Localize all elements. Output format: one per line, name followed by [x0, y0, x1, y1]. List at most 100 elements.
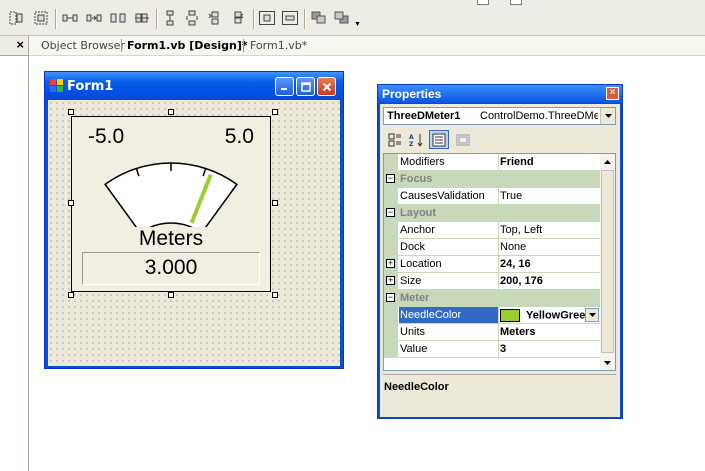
toolbar-separator	[55, 9, 57, 29]
tab-form1-code[interactable]: Form1.vb*	[250, 39, 307, 52]
resize-handle-top-left[interactable]	[68, 109, 74, 115]
property-row[interactable]: Dock None	[384, 239, 600, 256]
property-name: Anchor	[400, 224, 435, 236]
resize-handle-right[interactable]	[272, 200, 278, 206]
property-category-row[interactable]: − Layout	[384, 205, 600, 222]
property-name: Size	[400, 275, 422, 287]
resize-handle-top-right[interactable]	[272, 109, 278, 115]
resize-handle-left[interactable]	[68, 200, 74, 206]
toolbar-options-chevron-down-icon[interactable]: ▼	[354, 21, 361, 28]
center-horizontally-icon[interactable]	[259, 11, 275, 25]
scroll-up-icon[interactable]	[600, 154, 615, 169]
resize-handle-bottom[interactable]	[168, 292, 174, 298]
grid-divider	[498, 256, 499, 273]
three-d-meter-control[interactable]: -5.0 5.0 Meters 3.000	[71, 116, 271, 292]
properties-body: ThreeDMeter1 ControlDemo.ThreeDMeter AZ …	[380, 104, 620, 417]
property-value[interactable]: Meters	[500, 326, 600, 338]
size-to-grid-icon[interactable]	[33, 11, 49, 25]
resize-handle-bottom-left[interactable]	[68, 292, 74, 298]
meter-units-label: Meters	[138, 227, 204, 250]
maximize-icon	[300, 81, 311, 92]
close-button[interactable]	[317, 77, 336, 96]
property-value[interactable]: True	[500, 190, 600, 202]
form-app-icon	[50, 79, 63, 92]
meter-max-label: 5.0	[224, 125, 254, 148]
increase-vertical-spacing-icon[interactable]	[184, 10, 200, 26]
property-grid[interactable]: Modifiers Friend − Focus CausesValidation Tru…	[383, 153, 616, 371]
property-category-row[interactable]: − Meter	[384, 290, 600, 307]
increase-horizontal-spacing-icon[interactable]	[86, 11, 102, 25]
svg-text:Z: Z	[409, 141, 414, 147]
tab-object-browser[interactable]: Object Browser	[41, 39, 125, 52]
property-row[interactable]: NeedleColor YellowGreen	[384, 307, 600, 324]
send-to-back-icon[interactable]	[334, 11, 350, 25]
expand-property-icon[interactable]: +	[386, 259, 395, 268]
color-dropdown-chevron-down-icon[interactable]	[585, 308, 599, 322]
form1-title-bar[interactable]: Form1	[45, 72, 343, 100]
property-category-row[interactable]: − Focus	[384, 171, 600, 188]
grid-divider	[498, 188, 499, 205]
property-name: Dock	[400, 241, 426, 253]
expand-property-icon[interactable]: +	[386, 276, 395, 285]
make-same-size-icon[interactable]	[8, 11, 24, 25]
property-row-gutter	[384, 239, 398, 256]
toolbar-separator	[253, 9, 255, 29]
remove-horizontal-spacing-icon[interactable]	[134, 11, 150, 25]
property-row[interactable]: Units Meters	[384, 324, 600, 341]
scroll-down-icon[interactable]	[600, 355, 615, 370]
property-pages-icon	[453, 130, 473, 149]
collapse-category-icon[interactable]: −	[386, 174, 395, 183]
toolbox-panel: ×	[0, 36, 29, 471]
property-name: Modifiers	[400, 156, 445, 168]
toolbar-separator	[156, 9, 158, 29]
property-value[interactable]: 200, 176	[500, 275, 600, 287]
property-row[interactable]: + Location 24, 16	[384, 256, 600, 273]
categorized-view-icon[interactable]	[385, 130, 405, 149]
property-row[interactable]: Value 3	[384, 341, 600, 358]
center-vertically-icon[interactable]	[282, 11, 298, 25]
decrease-vertical-spacing-icon[interactable]	[207, 11, 223, 25]
property-row[interactable]: Modifiers Friend	[384, 154, 600, 171]
property-category-label: Focus	[400, 173, 433, 185]
collapse-category-icon[interactable]: −	[386, 293, 395, 302]
remove-vertical-spacing-icon[interactable]	[230, 11, 246, 25]
property-value[interactable]: Friend	[500, 156, 600, 168]
document-tabs: Object Browser Form1.vb [Design]* Form1.…	[29, 36, 705, 56]
meter-value-display: 3.000	[82, 252, 260, 285]
vertical-spacing-equal-icon[interactable]	[162, 10, 178, 26]
property-row[interactable]: CausesValidation True	[384, 188, 600, 205]
properties-window[interactable]: Properties × ThreeDMeter1 ControlDemo.Th…	[377, 84, 623, 419]
horizontal-spacing-equal-icon[interactable]	[62, 11, 78, 25]
resize-handle-bottom-right[interactable]	[272, 292, 278, 298]
close-icon	[322, 82, 331, 91]
resize-handle-top[interactable]	[168, 109, 174, 115]
property-value-text: YellowGreen	[526, 309, 593, 322]
property-row[interactable]: + Size 200, 176	[384, 273, 600, 290]
property-value[interactable]: None	[500, 241, 600, 253]
object-selector-chevron-down-icon[interactable]	[600, 108, 615, 124]
object-name: ThreeDMeter1	[387, 110, 461, 122]
property-value[interactable]: Top, Left	[500, 224, 600, 236]
property-name: NeedleColor	[399, 307, 498, 323]
minimize-button[interactable]	[275, 77, 294, 96]
properties-title-bar[interactable]: Properties ×	[378, 85, 622, 103]
close-panel-icon[interactable]: ×	[16, 37, 24, 52]
minimize-icon	[281, 88, 287, 90]
property-row-gutter	[384, 341, 398, 358]
property-category-label: Meter	[400, 292, 430, 304]
bring-to-front-icon[interactable]	[311, 11, 327, 25]
maximize-button[interactable]	[296, 77, 315, 96]
property-description-name: NeedleColor	[384, 381, 449, 393]
property-grid-scrollbar[interactable]	[600, 154, 615, 370]
scroll-thumb[interactable]	[601, 170, 614, 353]
collapse-category-icon[interactable]: −	[386, 208, 395, 217]
property-value[interactable]: 24, 16	[500, 258, 600, 270]
alphabetical-sort-icon[interactable]: AZ	[407, 130, 427, 149]
property-value[interactable]: 3	[500, 343, 600, 355]
properties-close-icon[interactable]: ×	[606, 87, 619, 100]
property-row[interactable]: Anchor Top, Left	[384, 222, 600, 239]
tab-form1-design[interactable]: Form1.vb [Design]*	[127, 39, 248, 52]
object-selector-combo[interactable]: ThreeDMeter1 ControlDemo.ThreeDMeter	[383, 107, 616, 125]
decrease-horizontal-spacing-icon[interactable]	[110, 11, 126, 25]
properties-view-icon[interactable]	[429, 130, 449, 149]
